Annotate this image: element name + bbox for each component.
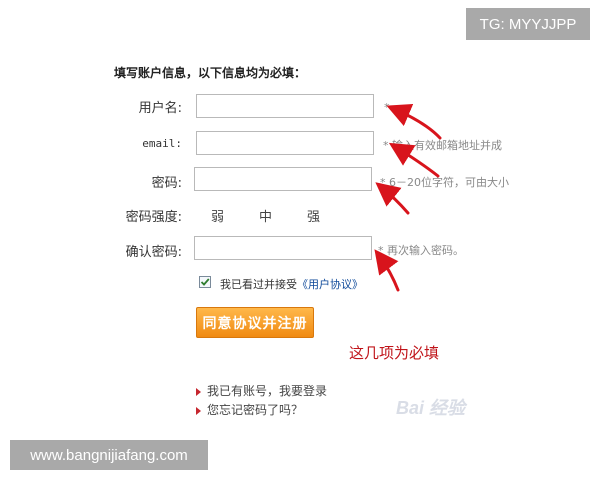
- arrow-password: [375, 182, 410, 215]
- annotation-arrows: [374, 103, 442, 292]
- arrow-confirm: [374, 249, 400, 292]
- arrow-email: [388, 142, 440, 178]
- arrow-username: [386, 103, 442, 140]
